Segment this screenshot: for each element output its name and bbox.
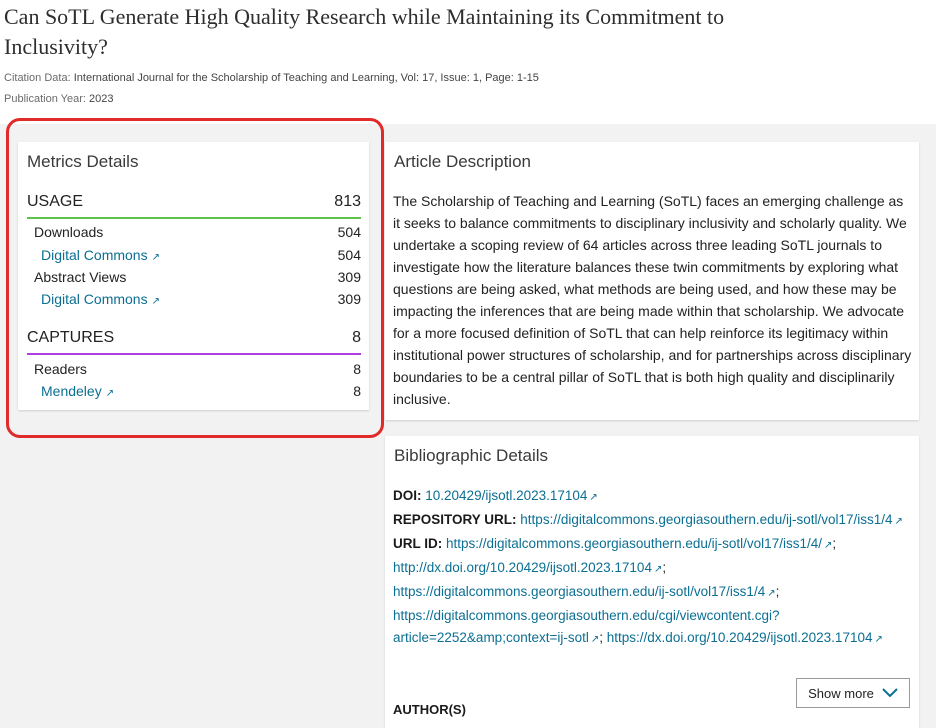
article-title: Can SoTL Generate High Quality Research … bbox=[4, 4, 725, 59]
external-link-icon: ↗ bbox=[894, 516, 903, 527]
readers-label: Readers bbox=[34, 361, 87, 377]
separator: ; bbox=[662, 560, 667, 575]
usage-divider bbox=[27, 217, 361, 219]
description-title: Article Description bbox=[394, 152, 531, 171]
readers-value: 8 bbox=[353, 361, 361, 377]
authors-label: AUTHOR(S) bbox=[393, 702, 466, 717]
article-description-card: Article Description The Scholarship of T… bbox=[385, 142, 919, 420]
doi-label: DOI: bbox=[393, 488, 422, 503]
usage-header: USAGE 813 bbox=[27, 193, 361, 211]
captures-header: CAPTURES 8 bbox=[27, 329, 361, 347]
metrics-details-card: Metrics Details USAGE 813 Downloads 504 … bbox=[18, 142, 369, 410]
doi-link[interactable]: 10.20429/ijsotl.2023.17104 bbox=[425, 488, 587, 503]
downloads-value: 504 bbox=[337, 224, 361, 240]
show-more-label: Show more bbox=[808, 685, 874, 701]
metrics-title: Metrics Details bbox=[27, 152, 139, 171]
repository-url-label: REPOSITORY URL: bbox=[393, 512, 517, 527]
citation-data: Citation Data: International Journal for… bbox=[4, 72, 539, 84]
digital-commons-abstract-link[interactable]: Digital Commons bbox=[41, 291, 148, 307]
url-id-link-3[interactable]: https://digitalcommons.georgiasouthern.e… bbox=[393, 584, 765, 599]
abstract-source-row[interactable]: Digital Commons ↗ 309 bbox=[41, 291, 361, 307]
digital-commons-downloads-link[interactable]: Digital Commons bbox=[41, 247, 148, 263]
bibliographic-details-card: Bibliographic Details DOI: 10.20429/ijso… bbox=[385, 436, 919, 728]
url-id-link-1[interactable]: https://digitalcommons.georgiasouthern.e… bbox=[446, 536, 822, 551]
chevron-down-icon bbox=[882, 688, 898, 698]
external-link-icon: ↗ bbox=[767, 588, 776, 599]
downloads-source-value: 504 bbox=[337, 247, 361, 263]
separator: ; bbox=[775, 584, 780, 599]
downloads-row: Downloads 504 bbox=[34, 224, 361, 240]
mendeley-link[interactable]: Mendeley bbox=[41, 383, 102, 399]
citation-label: Citation Data: bbox=[4, 72, 71, 84]
biblio-text: DOI: 10.20429/ijsotl.2023.17104 ↗ REPOSIT… bbox=[393, 485, 913, 651]
downloads-label: Downloads bbox=[34, 224, 104, 240]
abstract-views-row: Abstract Views 309 bbox=[34, 269, 361, 285]
show-more-button[interactable]: Show more bbox=[796, 678, 910, 708]
url-id-link-2[interactable]: http://dx.doi.org/10.20429/ijsotl.2023.1… bbox=[393, 560, 652, 575]
year-value: 2023 bbox=[89, 93, 114, 105]
external-link-icon: ↗ bbox=[589, 492, 598, 503]
url-id-label: URL ID: bbox=[393, 536, 443, 551]
abstract-views-label: Abstract Views bbox=[34, 269, 127, 285]
external-link-icon: ↗ bbox=[874, 634, 883, 645]
captures-total: 8 bbox=[352, 329, 361, 346]
publication-year: Publication Year: 2023 bbox=[4, 93, 114, 105]
external-link-icon: ↗ bbox=[590, 634, 600, 645]
abstract-source-value: 309 bbox=[337, 291, 361, 307]
citation-value: International Journal for the Scholarshi… bbox=[73, 72, 539, 84]
readers-source-row[interactable]: Mendeley ↗ 8 bbox=[41, 383, 361, 399]
downloads-source-row[interactable]: Digital Commons ↗ 504 bbox=[41, 247, 361, 263]
usage-total: 813 bbox=[334, 193, 361, 210]
external-link-icon: ↗ bbox=[105, 388, 115, 399]
readers-source-value: 8 bbox=[353, 383, 361, 399]
description-text: The Scholarship of Teaching and Learning… bbox=[393, 193, 912, 407]
repository-url-link[interactable]: https://digitalcommons.georgiasouthern.e… bbox=[520, 512, 892, 527]
captures-label: CAPTURES bbox=[27, 329, 115, 346]
separator: ; bbox=[599, 630, 604, 645]
external-link-icon: ↗ bbox=[151, 296, 160, 307]
separator: ; bbox=[832, 536, 837, 551]
usage-label: USAGE bbox=[27, 193, 84, 210]
captures-divider bbox=[27, 353, 361, 355]
biblio-title: Bibliographic Details bbox=[394, 446, 549, 465]
external-link-icon: ↗ bbox=[151, 252, 160, 263]
url-id-link-5[interactable]: https://dx.doi.org/10.20429/ijsotl.2023.… bbox=[607, 630, 873, 645]
readers-row: Readers 8 bbox=[34, 361, 361, 377]
year-label: Publication Year: bbox=[4, 93, 86, 105]
abstract-views-value: 309 bbox=[337, 269, 361, 285]
